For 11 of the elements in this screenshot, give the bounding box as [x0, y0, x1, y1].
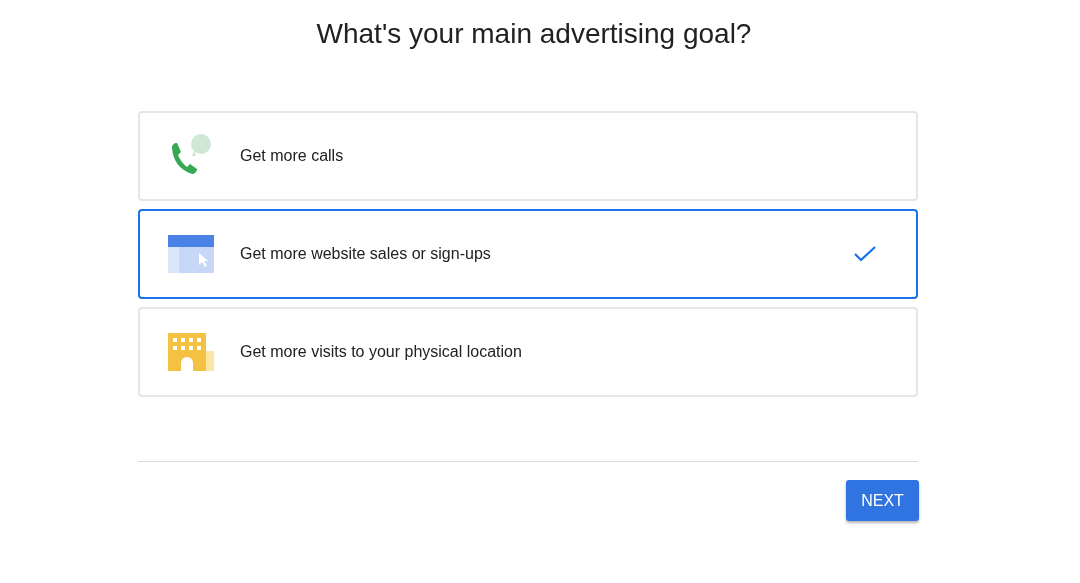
- goal-option[interactable]: Get more calls: [138, 111, 918, 201]
- page-title: What's your main advertising goal?: [315, 18, 753, 50]
- option-label: Get more calls: [240, 147, 345, 165]
- goal-option[interactable]: Get more visits to your physical location: [138, 307, 918, 397]
- goal-option[interactable]: Get more website sales or sign-ups: [138, 209, 918, 299]
- option-label: Get more visits to your physical location: [240, 343, 523, 361]
- checkmark-icon: [854, 246, 876, 262]
- option-label: Get more website sales or sign-ups: [240, 245, 492, 263]
- browser-cursor-icon: [168, 235, 214, 273]
- next-button[interactable]: NEXT: [846, 480, 919, 521]
- building-icon: [168, 333, 214, 371]
